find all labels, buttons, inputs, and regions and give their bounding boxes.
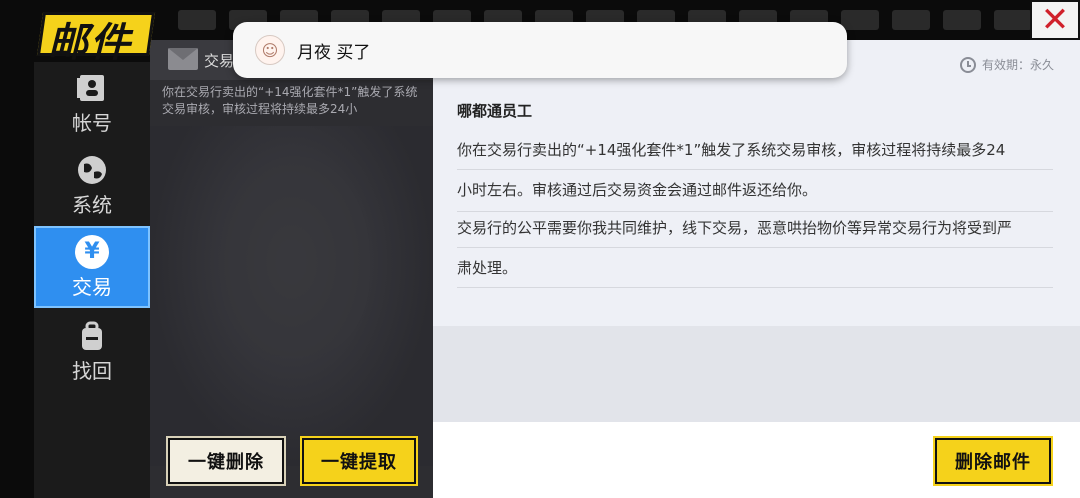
- sidebar-item-label: 找回: [72, 358, 112, 383]
- detail-background-wash: [433, 326, 1080, 422]
- id-card-icon: [75, 71, 109, 105]
- delete-all-button[interactable]: 一键删除: [168, 438, 284, 484]
- sidebar-item-trade[interactable]: ¥ 交易: [34, 226, 150, 308]
- film-strip-hole: [178, 10, 216, 30]
- mail-detail-panel: 有效期：永久 哪都通员工 你在交易行卖出的“+14强化套件*1”触发了系统交易审…: [433, 40, 1080, 498]
- page-title: 邮件: [48, 19, 132, 66]
- film-strip-hole: [943, 10, 981, 30]
- film-strip-hole: [841, 10, 879, 30]
- mail-body-line: 肃处理。: [457, 248, 1053, 288]
- film-strip-hole: [994, 10, 1032, 30]
- mail-sender: 交易: [204, 52, 235, 70]
- sidebar-item-retrieve[interactable]: 找回: [34, 310, 150, 392]
- mail-body-line: 小时左右。审核通过后交易资金会通过邮件返还给你。: [457, 181, 818, 199]
- mail-preview-text: 你在交易行卖出的“+14强化套件*1”触发了系统交易审核，审核过程将持续最多24…: [162, 85, 418, 116]
- sidebar-item-label: 帐号: [72, 110, 112, 135]
- mail-detail-sender: 哪都通员工: [457, 102, 533, 120]
- character-illustration: [220, 156, 370, 356]
- notification-toast[interactable]: ☺ 月夜 买了: [233, 22, 847, 78]
- envelope-icon: [168, 48, 198, 70]
- yen-icon: ¥: [75, 234, 109, 269]
- mail-body-line: 交易行的公平需要你我共同维护，线下交易，恶意哄抬物价等异常交易行为将受到严: [457, 208, 1053, 248]
- validity-text: 有效期：永久: [981, 58, 1054, 72]
- sidebar-item-account[interactable]: 帐号: [34, 62, 150, 144]
- film-strip-hole: [892, 10, 930, 30]
- avatar: ☺: [255, 35, 285, 65]
- claim-all-button[interactable]: 一键提取: [302, 438, 416, 484]
- close-button[interactable]: ✕: [1030, 0, 1080, 40]
- notification-text: 月夜 买了: [297, 42, 371, 63]
- validity-info: 有效期：永久: [959, 56, 1054, 73]
- mail-list-panel: 交易 你在交易行卖出的“+14强化套件*1”触发了系统交易审核，审核过程将持续最…: [150, 40, 433, 498]
- sidebar-item-system[interactable]: 系统: [34, 144, 150, 226]
- backpack-icon: [75, 319, 109, 353]
- sidebar-item-label: 系统: [72, 192, 112, 217]
- mail-body-line: 你在交易行卖出的“+14强化套件*1”触发了系统交易审核，审核过程将持续最多24: [457, 130, 1053, 170]
- delete-mail-button[interactable]: 删除邮件: [935, 438, 1051, 484]
- close-icon: ✕: [1040, 0, 1070, 40]
- sidebar-item-label: 交易: [72, 274, 112, 299]
- clock-icon: [959, 56, 976, 73]
- mail-background-illustration: [150, 126, 433, 466]
- page-title-badge: 邮件: [36, 6, 156, 66]
- sidebar: 帐号 系统 ¥ 交易 找回: [34, 62, 150, 498]
- globe-icon: [75, 153, 109, 187]
